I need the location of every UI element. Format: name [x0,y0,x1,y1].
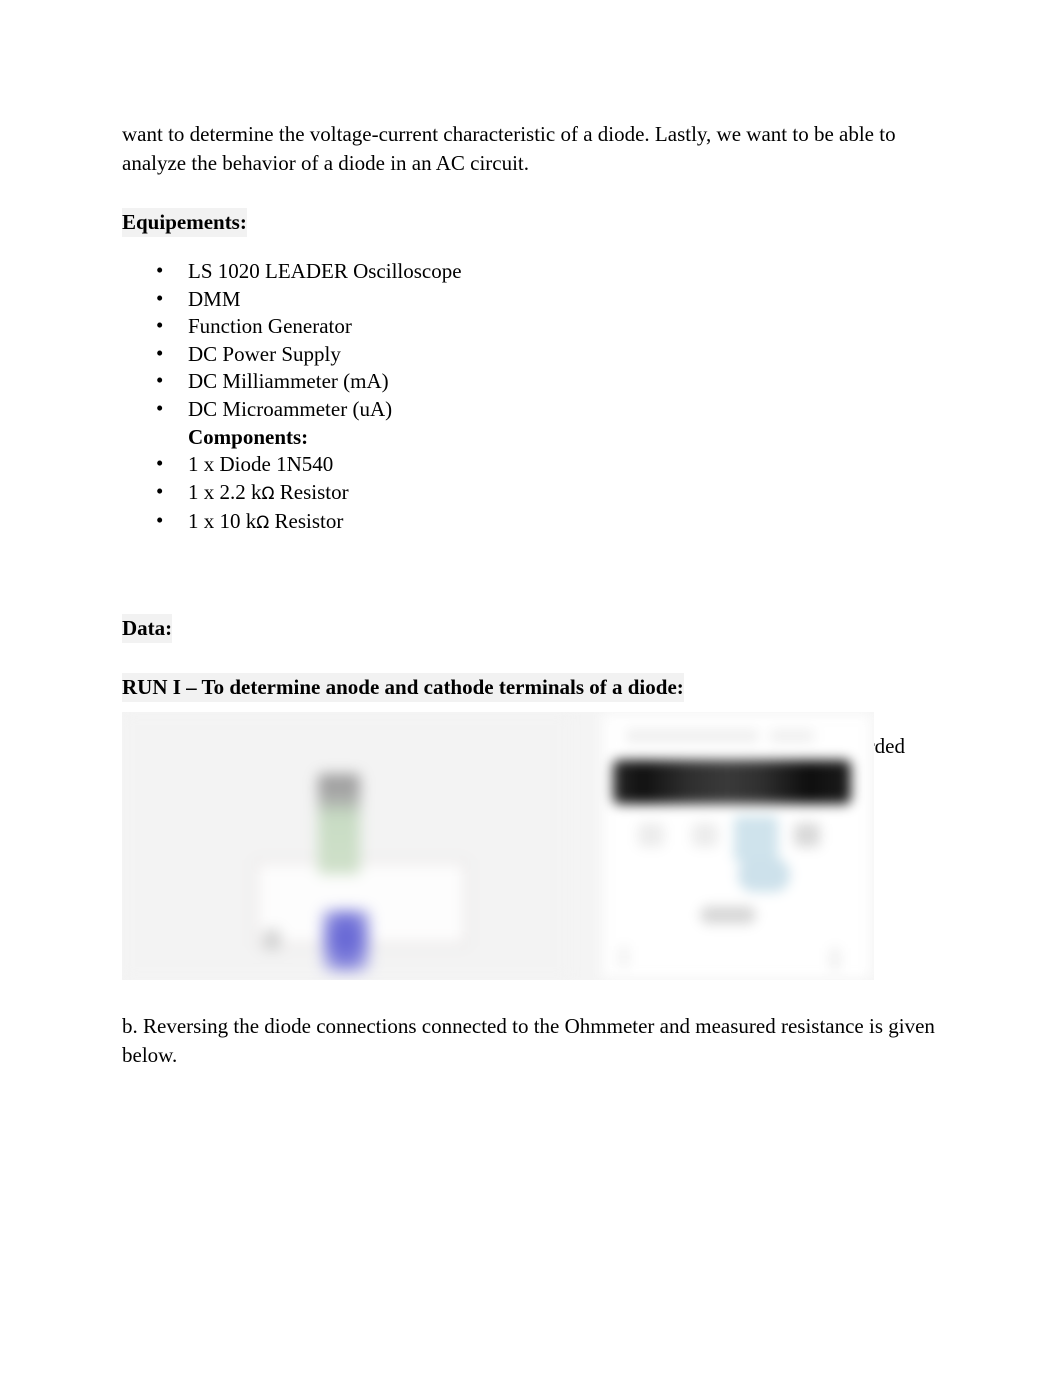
run-heading: RUN I – To determine anode and cathode t… [122,672,684,702]
component-suffix: Resistor [274,479,349,504]
ohm-symbol: Ω [261,483,275,504]
figure-right-screenshot [600,712,874,980]
list-item: 1 x 2.2 kΩ Resistor [122,478,940,509]
figure-blue-component [322,910,370,972]
figure-chip [794,823,820,847]
figure-display-bar [613,760,851,804]
run-heading-wrap: RUN I – To determine anode and cathode t… [122,672,940,702]
list-item: DC Milliammeter (mA) [122,367,940,396]
list-item: 1 x 10 kΩ Resistor [122,507,940,538]
document-body-continued: b. Reversing the diode connections conne… [122,1012,940,1070]
figure-top-text-blur-2 [770,730,814,742]
figure-green-component [318,774,360,874]
data-heading-wrap: Data: [122,613,940,643]
component-text: 1 x 10 k [188,509,257,534]
figure-pill [700,906,756,924]
document-page: want to determine the voltage-current ch… [0,0,1062,1376]
list-item: DC Microammeter (uA) [122,395,940,424]
component-text: 1 x 2.2 k [188,479,262,504]
paragraph-b: b. Reversing the diode connections conne… [122,1014,935,1067]
figure-chip [692,823,718,847]
ohm-symbol: Ω [256,513,270,534]
data-heading: Data: [122,613,173,643]
list-item: DMM [122,285,940,314]
figure-measurement-image [122,712,874,980]
figure-footer-right [830,948,840,970]
figure-left-photo [122,712,570,980]
intro-paragraph: want to determine the voltage-current ch… [122,122,896,175]
equipment-heading-wrap: Equipements: [122,208,940,237]
figure-chip [638,823,664,847]
figure-blue-accent-2 [738,858,790,892]
component-text: 1 x Diode 1N540 [188,452,334,477]
equipment-heading: Equipements: [122,208,247,237]
figure-meter-panel [608,718,866,976]
list-item: DC Power Supply [122,340,940,369]
equipment-list: LS 1020 LEADER Oscilloscope DMM Function… [122,257,940,538]
figure-top-text-blur [626,730,758,742]
components-heading: Components: [188,424,309,449]
list-item: 1 x Diode 1N540 [122,450,940,479]
figure-footer-left [620,946,628,968]
figure-blue-accent [734,816,778,862]
list-item: LS 1020 LEADER Oscilloscope [122,257,940,286]
list-item: Function Generator [122,312,940,341]
document-body: want to determine the voltage-current ch… [122,120,940,790]
figure-gray-dot [264,930,280,950]
component-suffix: Resistor [269,509,344,534]
